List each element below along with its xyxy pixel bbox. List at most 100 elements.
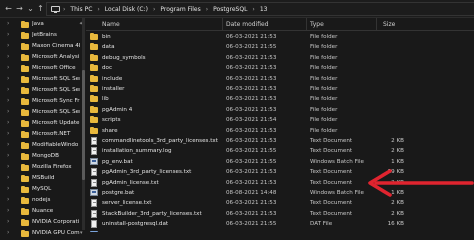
column-header-type[interactable]: Type — [310, 21, 324, 28]
folder-icon — [90, 33, 98, 40]
folder-icon — [21, 175, 29, 182]
breadcrumb-local-disk[interactable]: Local Disk (C:) — [105, 6, 148, 13]
breadcrumb[interactable]: › This PC › Local Disk (C:) › Program Fi… — [46, 2, 474, 16]
folder-icon — [21, 21, 29, 28]
sidebar-item[interactable]: › Microsoft Analysi — [0, 53, 86, 63]
breadcrumb-separator-icon[interactable]: › — [97, 6, 99, 13]
breadcrumb-13[interactable]: 13 — [260, 6, 268, 13]
sidebar-item[interactable]: › ModifiableWindo — [0, 141, 86, 151]
expand-chevron-icon[interactable]: › — [7, 31, 9, 38]
file-date-modified: 06-03-2021 21:53 — [226, 210, 277, 217]
file-row[interactable]: include 06-03-2021 21:53 File folder — [86, 74, 474, 84]
up-arrow-icon[interactable]: ↑ — [35, 3, 46, 14]
expand-chevron-icon[interactable]: › — [7, 163, 9, 170]
text-file-icon — [91, 199, 97, 208]
expand-chevron-icon[interactable]: › — [7, 185, 9, 192]
sidebar-item[interactable]: › Microsoft Update — [0, 119, 86, 129]
sidebar-item[interactable]: › Mozilla Firefox — [0, 163, 86, 173]
file-row[interactable]: StackBuilder_3rd_party_licenses.txt 06-03… — [86, 209, 474, 219]
expand-chevron-icon[interactable]: › — [7, 97, 9, 104]
expand-chevron-icon[interactable]: › — [7, 108, 9, 115]
column-divider[interactable] — [222, 18, 223, 31]
sidebar-item-label: Mozilla Firefox — [32, 164, 72, 170]
breadcrumb-separator-icon[interactable]: › — [206, 6, 208, 13]
file-row[interactable]: doc 06-03-2021 21:53 File folder — [86, 63, 474, 73]
sidebar-item-label: Microsoft SQL Ser — [32, 109, 80, 115]
file-date-modified: 08-08-2021 14:48 — [226, 190, 277, 196]
forward-arrow-icon[interactable]: → — [14, 3, 25, 14]
back-arrow-icon[interactable]: ← — [3, 3, 14, 14]
folder-icon — [90, 95, 98, 103]
sidebar-item[interactable]: › JetBrains — [0, 31, 86, 41]
file-row[interactable]: share 06-03-2021 21:53 File folder — [86, 126, 474, 136]
file-row[interactable]: bin 06-03-2021 21:53 File folder — [86, 32, 474, 42]
expand-chevron-icon[interactable]: › — [7, 218, 9, 225]
sidebar-item[interactable]: › Microsoft Sync Fr — [0, 97, 86, 107]
file-row[interactable]: uninstall-postgresql.dat 06-03-2021 21:55… — [86, 219, 474, 229]
breadcrumb-program-files[interactable]: Program Files — [160, 6, 200, 13]
sidebar-item[interactable]: › Microsoft.NET — [0, 130, 86, 140]
breadcrumb-separator-icon[interactable]: › — [252, 6, 254, 13]
sidebar-item[interactable]: › nodejs — [0, 196, 86, 206]
sidebar-item[interactable]: › MySQL — [0, 185, 86, 195]
sidebar-scrollbar-thumb[interactable] — [82, 70, 85, 180]
expand-chevron-icon[interactable]: › — [7, 64, 9, 71]
expand-chevron-icon[interactable]: › — [7, 119, 9, 126]
sidebar-item[interactable]: › Maxon Cinema 4I — [0, 42, 86, 52]
file-row[interactable]: pg_env.bat 06-03-2021 21:55 Windows Batch … — [86, 157, 474, 167]
text-file-icon — [91, 209, 97, 218]
file-row[interactable]: commandlinetools_3rd_party_licenses.txt 0… — [86, 136, 474, 146]
file-row[interactable]: lib 06-03-2021 21:53 File folder — [86, 94, 474, 104]
breadcrumb-separator-icon[interactable]: › — [153, 6, 155, 13]
column-header-date[interactable]: Date modified — [226, 21, 269, 28]
sidebar-item[interactable]: › Nuance — [0, 207, 86, 217]
file-type: Text Document — [310, 138, 353, 144]
sidebar-item[interactable]: ›Java✦ — [0, 20, 86, 30]
sidebar-item[interactable]: › Microsoft Office — [0, 64, 86, 74]
column-header-size[interactable]: Size — [383, 21, 395, 28]
expand-chevron-icon[interactable]: › — [7, 75, 9, 82]
column-divider[interactable] — [306, 18, 307, 31]
sidebar-item[interactable]: › Microsoft SQL Ser — [0, 86, 86, 96]
file-row[interactable]: pgAdmin 4 06-03-2021 21:53 File folder — [86, 105, 474, 115]
breadcrumb-postgresql[interactable]: PostgreSQL — [213, 6, 247, 13]
sidebar-item-label: JetBrains — [32, 32, 57, 38]
breadcrumb-this-pc[interactable]: This PC — [70, 6, 92, 13]
expand-chevron-icon[interactable]: › — [7, 86, 9, 93]
sidebar-item[interactable]: › Microsoft SQL Ser — [0, 108, 86, 118]
file-name: doc — [102, 65, 113, 72]
file-name: scripts — [102, 117, 121, 124]
file-name: debug_symbols — [102, 54, 146, 61]
expand-chevron-icon[interactable]: › — [7, 141, 9, 148]
expand-chevron-icon[interactable]: › — [7, 174, 9, 181]
file-row[interactable]: scripts 06-03-2021 21:54 File folder — [86, 115, 474, 125]
expand-chevron-icon[interactable]: › — [7, 152, 9, 159]
expand-chevron-icon[interactable]: › — [7, 42, 9, 49]
expand-chevron-icon[interactable]: › — [7, 207, 9, 214]
sidebar-item-label: Microsoft Update — [32, 120, 80, 126]
column-divider[interactable] — [376, 18, 377, 31]
sidebar-item[interactable]: › MSBuild — [0, 174, 86, 184]
sidebar-item[interactable]: › NVIDIA GPU Com — [0, 229, 86, 239]
file-row[interactable]: data 06-03-2021 21:55 File folder — [86, 42, 474, 52]
sidebar-item[interactable]: › NVIDIA Corporati — [0, 218, 86, 228]
folder-icon — [21, 43, 29, 50]
file-type: File folder — [310, 75, 338, 82]
sidebar-item[interactable]: › Microsoft SQL Ser — [0, 75, 86, 85]
expand-chevron-icon[interactable]: › — [7, 20, 9, 27]
sidebar-item[interactable]: › MongoDB — [0, 152, 86, 162]
expand-chevron-icon[interactable]: › — [7, 196, 9, 203]
folder-icon — [21, 197, 29, 204]
expand-chevron-icon[interactable]: › — [7, 229, 9, 236]
breadcrumb-separator-icon[interactable]: › — [63, 6, 65, 13]
column-header-name[interactable]: Name — [102, 21, 120, 28]
file-row[interactable]: installation_summary.log 06-03-2021 21:55… — [86, 146, 474, 156]
expand-chevron-icon[interactable]: › — [7, 53, 9, 60]
folder-icon — [90, 74, 98, 82]
sidebar-item-label: Microsoft Office — [32, 65, 76, 71]
file-row[interactable]: debug_symbols 06-03-2021 21:53 File folder — [86, 53, 474, 63]
scroll-down-arrow-icon[interactable]: ▾ — [80, 230, 83, 236]
folder-icon — [90, 85, 98, 92]
file-row[interactable]: installer 06-03-2021 21:53 File folder — [86, 84, 474, 94]
expand-chevron-icon[interactable]: › — [7, 130, 9, 137]
